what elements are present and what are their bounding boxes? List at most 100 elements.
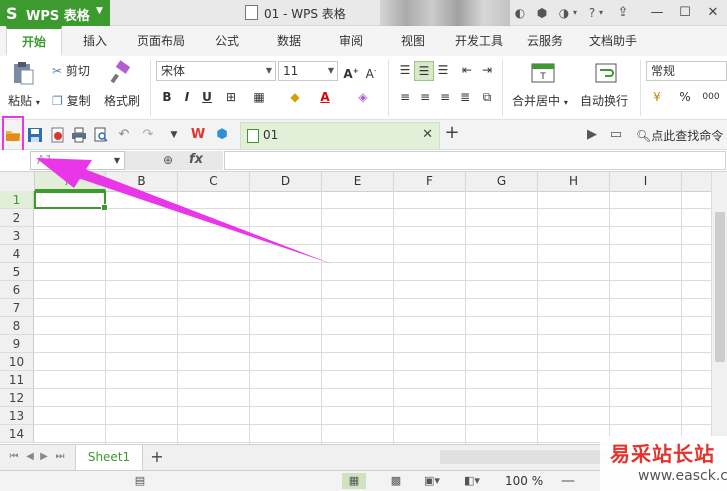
customize-qat-icon[interactable]: ▼ <box>166 127 182 143</box>
paste-icon[interactable] <box>10 60 36 86</box>
reading-mode-icon[interactable]: ◧▾ <box>460 473 484 489</box>
row-header[interactable]: 1 <box>0 191 34 209</box>
row-header[interactable]: 6 <box>0 281 34 299</box>
zoom-search-icon[interactable]: ⊕ <box>163 153 173 167</box>
align-middle-icon[interactable]: ☰ <box>414 61 434 81</box>
bold-button[interactable]: B <box>158 88 176 106</box>
fill-color-icon[interactable]: ◆ <box>286 88 304 106</box>
format-painter-icon[interactable] <box>108 60 134 86</box>
wps-app-menu-button[interactable]: S WPS 表格 ▼ <box>0 0 110 26</box>
tab-insert[interactable]: 插入 <box>72 26 118 56</box>
tab-review[interactable]: 审阅 <box>328 26 374 56</box>
border-icon[interactable]: ⊞ <box>222 88 240 106</box>
tab-view[interactable]: 视图 <box>390 26 436 56</box>
zoom-out-icon[interactable]: — <box>556 473 580 489</box>
minimize-button[interactable]: — <box>646 3 668 23</box>
column-header[interactable]: A <box>34 172 106 191</box>
spreadsheet-grid[interactable]: A B C D E F G H I 1 2 3 4 5 6 7 8 9 10 1… <box>0 172 711 444</box>
select-all-corner[interactable] <box>0 172 35 191</box>
decrease-indent-icon[interactable]: ⇤ <box>458 61 476 79</box>
fill-handle[interactable] <box>101 204 108 211</box>
zoom-level[interactable]: 100 % <box>505 474 543 488</box>
tab-cloud[interactable]: 云服务 <box>520 26 570 56</box>
sheet-tab-sheet1[interactable]: Sheet1 <box>75 445 143 471</box>
row-header[interactable]: 11 <box>0 371 34 389</box>
column-header[interactable]: E <box>322 172 394 191</box>
save-icon[interactable] <box>27 127 43 143</box>
active-cell-a1[interactable] <box>34 191 108 211</box>
document-tab[interactable]: 01 ✕ <box>240 122 440 149</box>
italic-button[interactable]: I <box>178 88 196 106</box>
merge-center-icon[interactable]: T <box>530 60 556 86</box>
tab-developer[interactable]: 开发工具 <box>448 26 510 56</box>
maximize-button[interactable]: ☐ <box>674 3 696 23</box>
increase-font-icon[interactable]: A+ <box>342 62 360 81</box>
row-header[interactable]: 2 <box>0 209 34 227</box>
font-size-select[interactable]: 11 ▼ <box>278 61 338 81</box>
align-left-icon[interactable]: ≡ <box>396 88 414 106</box>
cell-area[interactable] <box>34 191 711 444</box>
next-sheet-icon[interactable]: ▶ <box>38 451 50 465</box>
row-header[interactable]: 13 <box>0 407 34 425</box>
paste-button[interactable]: 粘贴 ▾ <box>8 92 40 109</box>
normal-view-icon[interactable]: ▦ <box>342 473 366 489</box>
font-name-select[interactable]: 宋体 ▼ <box>156 61 276 81</box>
row-header[interactable]: 9 <box>0 335 34 353</box>
formula-input[interactable] <box>224 151 726 170</box>
percent-button[interactable]: % <box>676 88 694 106</box>
close-button[interactable]: ✕ <box>702 3 724 23</box>
chevron-down-icon[interactable]: ▾ <box>596 5 606 21</box>
row-header[interactable]: 7 <box>0 299 34 317</box>
column-header[interactable]: D <box>250 172 322 191</box>
underline-button[interactable]: U <box>198 88 216 106</box>
row-header[interactable]: 8 <box>0 317 34 335</box>
redo-icon[interactable]: ↷ <box>140 127 156 143</box>
undo-icon[interactable]: ↶ <box>116 127 132 143</box>
wps-w-icon[interactable]: W <box>190 127 206 143</box>
wrap-text-button[interactable]: 自动换行 <box>580 92 628 109</box>
merge-center-button[interactable]: 合并居中 ▾ <box>512 92 568 109</box>
restore-up-icon[interactable]: ⇪ <box>612 3 634 23</box>
last-sheet-icon[interactable]: ⏭ <box>54 451 66 465</box>
column-header-partial[interactable] <box>682 172 711 191</box>
insert-function-button[interactable]: fx <box>189 152 203 167</box>
tab-data[interactable]: 数据 <box>266 26 312 56</box>
column-header[interactable]: G <box>466 172 538 191</box>
row-header[interactable]: 5 <box>0 263 34 281</box>
scrollbar-thumb[interactable] <box>715 212 725 362</box>
row-header[interactable]: 4 <box>0 245 34 263</box>
tab-formulas[interactable]: 公式 <box>204 26 250 56</box>
distributed-icon[interactable]: ⧉ <box>478 88 496 106</box>
skin-icon[interactable]: ◐ <box>512 5 528 21</box>
font-color-icon[interactable]: A <box>316 88 334 106</box>
print-preview-icon[interactable] <box>93 127 109 143</box>
macro-record-icon[interactable]: ▤ <box>128 473 152 489</box>
window-icon[interactable]: ▭ <box>608 127 624 143</box>
vertical-scrollbar[interactable] <box>711 172 727 444</box>
print-icon[interactable] <box>71 127 87 143</box>
page-layout-view-icon[interactable]: ▣▾ <box>420 473 444 489</box>
wrap-text-icon[interactable] <box>593 60 619 86</box>
horizontal-scrollbar[interactable] <box>440 450 620 464</box>
first-sheet-icon[interactable]: ⏮ <box>8 451 20 465</box>
row-header[interactable]: 14 <box>0 425 34 443</box>
align-bottom-icon[interactable]: ☰ <box>434 61 452 79</box>
cube-icon[interactable]: ⬢ <box>214 127 230 143</box>
chevron-down-icon[interactable]: ▾ <box>570 5 580 21</box>
number-format-select[interactable]: 常规 <box>646 61 727 81</box>
name-box[interactable]: A1 ▼ <box>30 151 125 170</box>
column-header[interactable]: F <box>394 172 466 191</box>
row-header[interactable]: 12 <box>0 389 34 407</box>
thousands-button[interactable]: 000 <box>698 88 724 106</box>
row-header[interactable]: 3 <box>0 227 34 245</box>
currency-icon[interactable]: ¥ <box>648 88 666 106</box>
close-tab-icon[interactable]: ✕ <box>422 127 433 142</box>
column-header[interactable]: I <box>610 172 682 191</box>
tab-page-layout[interactable]: 页面布局 <box>130 26 192 56</box>
clear-format-icon[interactable]: ◈ <box>354 88 372 106</box>
play-icon[interactable]: ▶ <box>584 127 600 143</box>
column-header[interactable]: C <box>178 172 250 191</box>
align-right-icon[interactable]: ≡ <box>436 88 454 106</box>
cut-button[interactable]: ✂ 剪切 <box>52 62 90 79</box>
fill-pattern-icon[interactable]: ▦ <box>250 88 268 106</box>
